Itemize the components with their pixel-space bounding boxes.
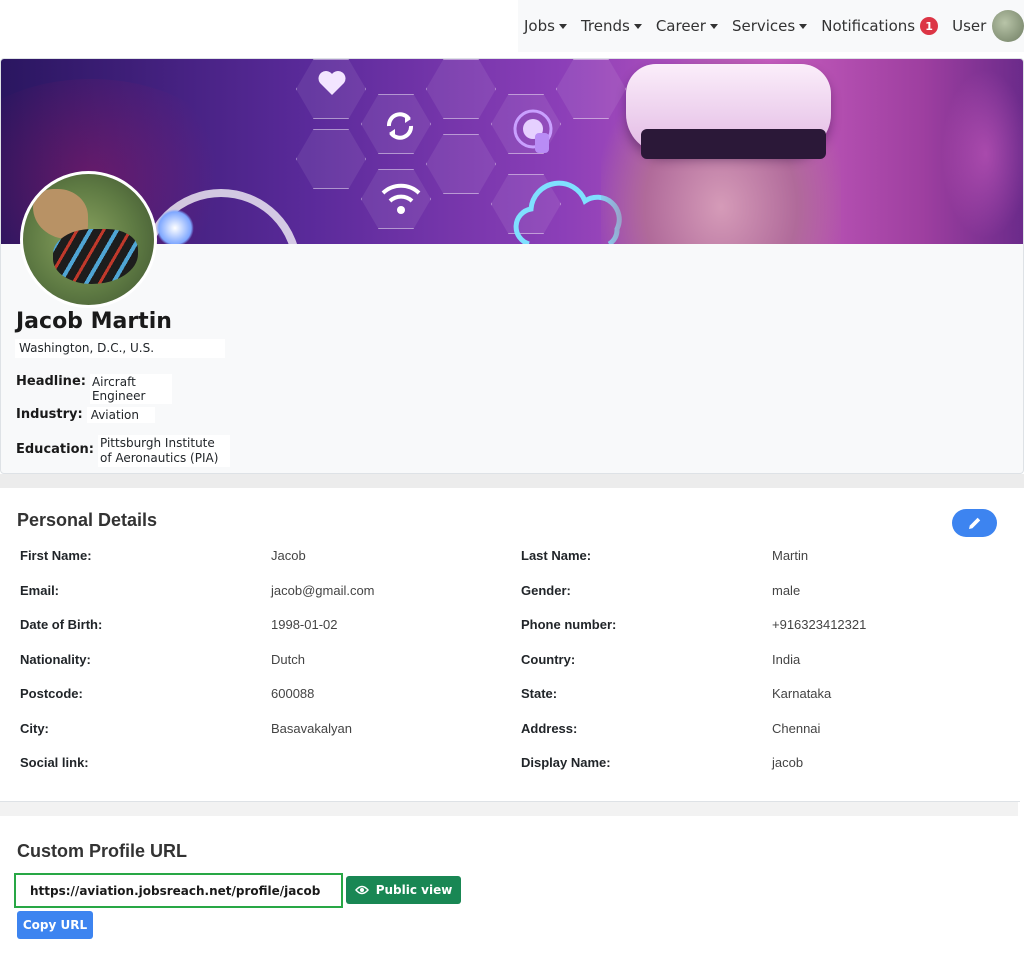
nav-notifications[interactable]: Notifications 1: [821, 17, 939, 35]
nav-jobs-label: Jobs: [524, 17, 555, 35]
detail-label: Gender:: [521, 583, 571, 598]
detail-label: Nationality:: [20, 652, 91, 667]
nav-trends[interactable]: Trends: [581, 17, 642, 35]
profile-banner-image: [1, 59, 1023, 244]
nav-jobs[interactable]: Jobs: [524, 17, 567, 35]
detail-label: Postcode:: [20, 686, 83, 701]
custom-url-title: Custom Profile URL: [17, 841, 188, 861]
detail-value: 600088: [271, 686, 315, 701]
detail-label: Email:: [20, 583, 60, 598]
nav-career-label: Career: [655, 17, 706, 35]
personal-details-title: Personal Details: [17, 510, 158, 530]
headline-row: Headline: Aircraft Engineer: [16, 374, 172, 404]
detail-label: Country:: [521, 652, 576, 667]
nav-career[interactable]: Career: [656, 17, 718, 35]
detail-value: jacob@gmail.com: [271, 583, 375, 598]
industry-value: Aviation: [86, 407, 155, 423]
industry-label: Industry:: [16, 407, 83, 422]
detail-value: Dutch: [271, 652, 305, 667]
education-row: Education: Pittsburgh Institute of Aeron…: [16, 435, 230, 467]
detail-label: Display Name:: [521, 755, 611, 770]
nav-services[interactable]: Services: [731, 17, 808, 35]
education-value: Pittsburgh Institute of Aeronautics (PIA…: [97, 435, 230, 467]
chevron-down-icon: [633, 23, 642, 29]
detail-value: Jacob: [271, 548, 306, 563]
industry-row: Industry: Aviation: [16, 407, 155, 423]
edit-details-button[interactable]: [952, 509, 997, 537]
detail-value: jacob: [772, 755, 804, 770]
notification-count-badge: 1: [920, 17, 939, 35]
headline-label: Headline:: [16, 374, 86, 389]
pencil-icon: [968, 517, 980, 529]
detail-value: India: [772, 652, 801, 667]
chevron-down-icon: [709, 23, 718, 29]
detail-value: +916323412321: [772, 617, 867, 632]
heart-icon: [318, 71, 346, 95]
detail-label: Address:: [521, 721, 578, 736]
chevron-down-icon: [558, 23, 567, 29]
nav-user-menu[interactable]: User: [952, 10, 1024, 42]
public-view-label: Public view: [375, 883, 453, 897]
wifi-icon: [381, 183, 421, 214]
detail-value: Chennai: [772, 721, 821, 736]
detail-value: Karnataka: [772, 686, 832, 701]
profile-location: Washington, D.C., U.S.: [15, 339, 225, 358]
eye-icon: [354, 885, 369, 895]
detail-label: First Name:: [20, 548, 92, 563]
top-navbar: Jobs Trends Career Services Notification…: [518, 0, 1024, 52]
profile-card: Jacob Martin Washington, D.C., U.S. Head…: [0, 58, 1024, 474]
touch-icon: [513, 109, 553, 153]
profile-name: Jacob Martin: [16, 309, 172, 334]
detail-value: 1998-01-02: [271, 617, 338, 632]
headline-value: Aircraft Engineer: [89, 374, 172, 404]
public-view-button[interactable]: Public view: [346, 876, 461, 904]
nav-services-label: Services: [731, 17, 796, 35]
profile-avatar[interactable]: [20, 171, 157, 308]
detail-value: Martin: [772, 548, 809, 563]
detail-label: City:: [20, 721, 49, 736]
detail-value: male: [772, 583, 801, 598]
copy-url-button[interactable]: Copy URL: [17, 911, 93, 939]
chevron-down-icon: [799, 23, 808, 29]
refresh-icon: [387, 112, 413, 140]
user-avatar: [992, 10, 1024, 42]
detail-value: Basavakalyan: [271, 721, 352, 736]
custom-url-card: Custom Profile URL https://aviation.jobs…: [0, 816, 1024, 969]
detail-label: Phone number:: [521, 617, 617, 632]
personal-details-card: Personal Details First Name: Jacob Email: j…: [0, 488, 1020, 802]
nav-notifications-label: Notifications: [821, 17, 916, 35]
nav-trends-label: Trends: [580, 17, 630, 35]
detail-label: Social link:: [20, 755, 89, 770]
education-label: Education:: [16, 442, 94, 457]
detail-label: State:: [521, 686, 558, 701]
profile-url-field[interactable]: https://aviation.jobsreach.net/profile/j…: [14, 873, 343, 908]
detail-label: Date of Birth:: [20, 617, 103, 632]
nav-user-label: User: [952, 17, 987, 35]
detail-label: Last Name:: [521, 548, 592, 563]
